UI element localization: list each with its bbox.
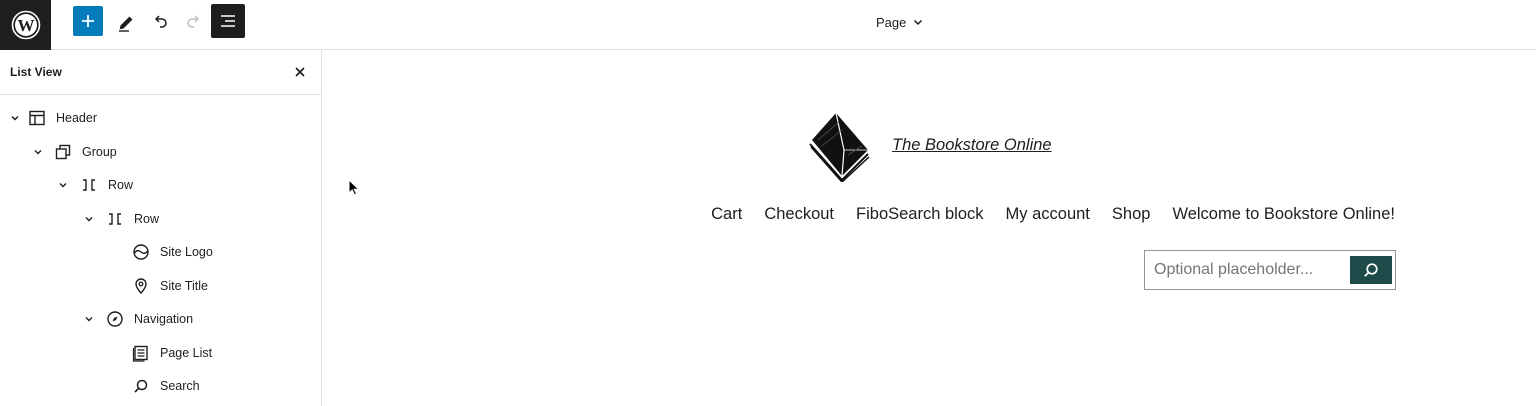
- list-view-item-label: Group: [82, 145, 117, 159]
- list-view-item-header[interactable]: Header: [0, 102, 321, 134]
- tools-edit-button[interactable]: [110, 7, 142, 39]
- block-inserter-button[interactable]: [73, 6, 103, 36]
- list-view-icon: [221, 15, 235, 27]
- document-title-dropdown[interactable]: Page: [876, 13, 924, 31]
- search-input[interactable]: [1145, 251, 1349, 289]
- list-view-item-label: Header: [56, 111, 97, 125]
- undo-icon: [154, 15, 167, 28]
- list-view-item-search[interactable]: Search: [0, 370, 321, 402]
- site-logo-icon: [131, 242, 151, 262]
- nav-item-cart[interactable]: Cart: [711, 205, 742, 224]
- group-icon: [53, 142, 73, 162]
- pencil-icon: [119, 16, 133, 32]
- nav-item-my-account[interactable]: My account: [1006, 205, 1090, 224]
- list-view-item-site-logo[interactable]: Site Logo: [0, 236, 321, 268]
- list-view-item-label: Page List: [160, 346, 213, 360]
- list-view-panel: List View Header Group Row Row Site Logo…: [0, 50, 322, 406]
- list-view-item-label: Navigation: [134, 312, 194, 326]
- chevron-down-icon[interactable]: [82, 312, 96, 326]
- map-pin-icon: [131, 276, 151, 296]
- nav-item-fibosearch-block[interactable]: FiboSearch block: [856, 205, 983, 224]
- redo-icon: [187, 15, 200, 28]
- chevron-down-icon[interactable]: [31, 145, 45, 159]
- list-view-item-navigation[interactable]: Navigation: [0, 303, 321, 335]
- site-title-link[interactable]: The Bookstore Online: [892, 136, 1052, 155]
- nav-item-welcome[interactable]: Welcome to Bookstore Online!: [1172, 205, 1395, 224]
- undo-button[interactable]: [144, 7, 176, 39]
- chevron-down-icon: [914, 19, 923, 26]
- list-view-header: List View: [0, 50, 321, 95]
- row-icon: [105, 209, 125, 229]
- list-view-title: List View: [10, 65, 62, 79]
- list-view-toggle-button[interactable]: [211, 4, 245, 38]
- template-part-icon: [27, 108, 47, 128]
- page-list-icon: [131, 343, 151, 363]
- editor-top-toolbar: W Page: [0, 0, 1536, 50]
- list-view-item-label: Site Title: [160, 279, 208, 293]
- redo-button[interactable]: [178, 7, 210, 39]
- wordpress-icon: W: [11, 10, 40, 40]
- list-view-item-page-list[interactable]: Page List: [0, 337, 321, 369]
- document-title-label: Page: [876, 14, 907, 30]
- list-view-item-row[interactable]: Row: [0, 169, 321, 201]
- close-icon: [295, 67, 305, 77]
- nav-item-checkout[interactable]: Checkout: [764, 205, 834, 224]
- list-view-item-label: Search: [160, 379, 200, 393]
- list-view-item-label: Site Logo: [160, 245, 213, 259]
- mouse-cursor-icon: [348, 179, 360, 196]
- wordpress-logo-button[interactable]: W: [0, 0, 51, 50]
- nav-item-shop[interactable]: Shop: [1112, 205, 1151, 224]
- chevron-down-icon[interactable]: [8, 111, 22, 125]
- row-icon: [79, 175, 99, 195]
- open-book-logo[interactable]: [806, 110, 872, 182]
- list-view-item-site-title[interactable]: Site Title: [0, 270, 321, 302]
- search-submit-button[interactable]: [1350, 256, 1392, 284]
- search-block: [1144, 250, 1396, 290]
- compass-icon: [105, 309, 125, 329]
- editor-canvas[interactable]: [322, 50, 1536, 406]
- search-icon: [1364, 263, 1378, 277]
- list-view-item-label: Row: [134, 212, 160, 226]
- chevron-down-icon[interactable]: [56, 178, 70, 192]
- close-list-view-button[interactable]: [290, 62, 310, 82]
- search-icon: [131, 376, 151, 396]
- plus-icon: [82, 15, 94, 27]
- list-view-item-group[interactable]: Group: [0, 136, 321, 168]
- chevron-down-icon[interactable]: [82, 212, 96, 226]
- svg-text:W: W: [17, 16, 34, 35]
- list-view-item-label: Row: [108, 178, 134, 192]
- list-view-item-row[interactable]: Row: [0, 203, 321, 235]
- navigation-menu: Cart Checkout FiboSearch block My accoun…: [711, 205, 1395, 224]
